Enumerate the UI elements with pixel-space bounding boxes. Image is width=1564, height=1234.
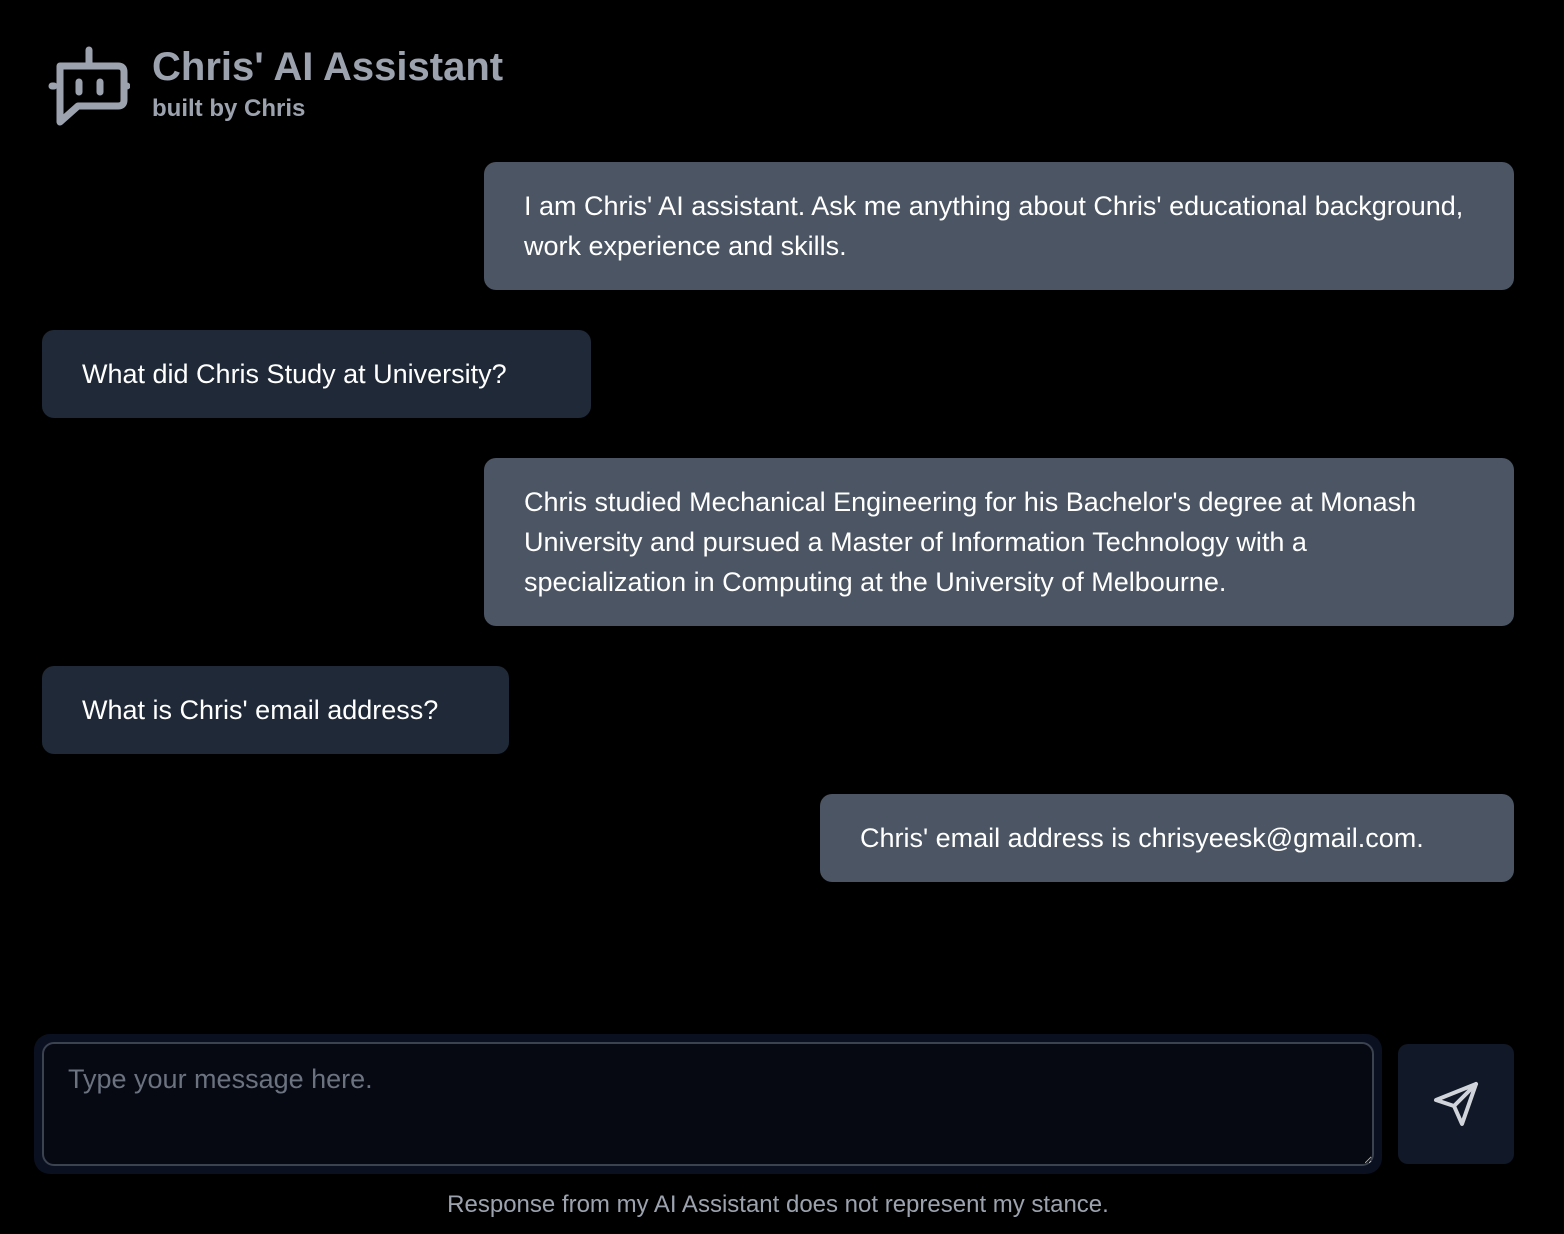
message-text: Chris' email address is chrisyeesk@gmail… bbox=[860, 823, 1424, 853]
message-text: Chris studied Mechanical Engineering for… bbox=[524, 487, 1417, 597]
user-message: What did Chris Study at University? bbox=[42, 330, 591, 418]
header-text: Chris' AI Assistant built by Chris bbox=[152, 44, 503, 124]
assistant-message: Chris studied Mechanical Engineering for… bbox=[484, 458, 1514, 626]
app-header: Chris' AI Assistant built by Chris bbox=[48, 44, 503, 132]
message-composer bbox=[34, 1034, 1382, 1174]
assistant-message: I am Chris' AI assistant. Ask me anythin… bbox=[484, 162, 1514, 290]
bot-icon bbox=[48, 46, 130, 126]
message-text: What is Chris' email address? bbox=[82, 695, 439, 725]
app-subtitle: built by Chris bbox=[152, 95, 306, 122]
disclaimer-text: Response from my AI Assistant does not r… bbox=[447, 1191, 1109, 1218]
user-message: What is Chris' email address? bbox=[42, 666, 509, 754]
app-title: Chris' AI Assistant bbox=[152, 45, 504, 89]
message-text: What did Chris Study at University? bbox=[82, 359, 507, 389]
assistant-message: Chris' email address is chrisyeesk@gmail… bbox=[820, 794, 1514, 882]
send-icon bbox=[1434, 1082, 1478, 1126]
message-input[interactable] bbox=[42, 1042, 1374, 1166]
message-text: I am Chris' AI assistant. Ask me anythin… bbox=[524, 191, 1464, 261]
send-button[interactable] bbox=[1398, 1044, 1514, 1164]
